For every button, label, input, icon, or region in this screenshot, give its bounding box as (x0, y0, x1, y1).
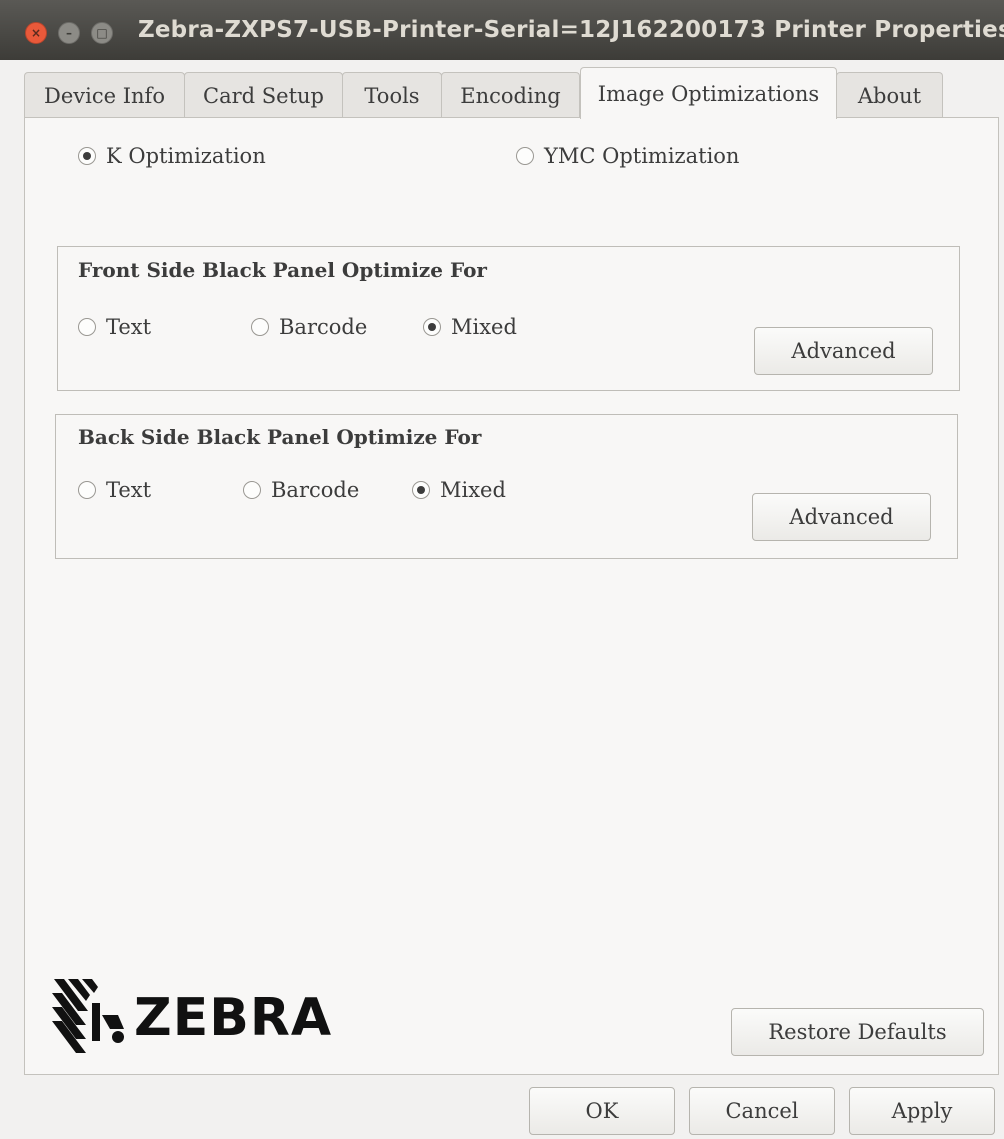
zebra-logo-text: ZEBRA (134, 988, 333, 1048)
ymc-optimization-label: YMC Optimization (544, 144, 740, 168)
tab-about[interactable]: About (836, 72, 943, 118)
front-advanced-button[interactable]: Advanced (754, 327, 933, 375)
back-side-group-title: Back Side Black Panel Optimize For (78, 425, 482, 449)
front-barcode-option[interactable]: Barcode (251, 315, 367, 339)
k-optimization-option[interactable]: K Optimization (78, 144, 266, 168)
back-barcode-radio[interactable] (243, 481, 261, 499)
maximize-window-button[interactable]: □ (91, 22, 113, 44)
close-icon: × (30, 26, 42, 40)
zebra-logo: ZEBRA (48, 975, 332, 1061)
title-bar: × – □ Zebra-ZXPS7-USB-Printer-Serial=12J… (0, 0, 1004, 60)
back-advanced-button[interactable]: Advanced (752, 493, 931, 541)
k-optimization-label: K Optimization (106, 144, 266, 168)
front-mixed-radio[interactable] (423, 318, 441, 336)
back-text-option[interactable]: Text (78, 478, 151, 502)
front-text-label: Text (106, 315, 152, 339)
back-barcode-option[interactable]: Barcode (243, 478, 359, 502)
restore-defaults-button[interactable]: Restore Defaults (731, 1008, 984, 1056)
back-barcode-label: Barcode (271, 478, 360, 502)
tab-encoding[interactable]: Encoding (441, 72, 580, 118)
back-mixed-option[interactable]: Mixed (412, 478, 506, 502)
apply-button[interactable]: Apply (849, 1087, 995, 1135)
tab-image-optimizations[interactable]: Image Optimizations (580, 67, 837, 119)
ok-button[interactable]: OK (529, 1087, 675, 1135)
ymc-optimization-option[interactable]: YMC Optimization (516, 144, 739, 168)
window-title: Zebra-ZXPS7-USB-Printer-Serial=12J162200… (138, 17, 1004, 43)
maximize-icon: □ (96, 26, 108, 40)
tab-tools[interactable]: Tools (342, 72, 442, 118)
front-mixed-option[interactable]: Mixed (423, 315, 517, 339)
back-mixed-label: Mixed (440, 478, 506, 502)
cancel-button[interactable]: Cancel (689, 1087, 835, 1135)
front-text-radio[interactable] (78, 318, 96, 336)
tab-device-info[interactable]: Device Info (24, 72, 185, 118)
close-window-button[interactable]: × (25, 22, 47, 44)
tab-card-setup[interactable]: Card Setup (184, 72, 343, 118)
minimize-icon: – (66, 26, 72, 40)
front-side-group-title: Front Side Black Panel Optimize For (78, 258, 487, 282)
front-text-option[interactable]: Text (78, 315, 151, 339)
k-optimization-radio[interactable] (78, 147, 96, 165)
front-barcode-radio[interactable] (251, 318, 269, 336)
back-mixed-radio[interactable] (412, 481, 430, 499)
front-barcode-label: Barcode (279, 315, 368, 339)
back-text-label: Text (106, 478, 152, 502)
minimize-window-button[interactable]: – (58, 22, 80, 44)
back-text-radio[interactable] (78, 481, 96, 499)
front-mixed-label: Mixed (451, 315, 517, 339)
ymc-optimization-radio[interactable] (516, 147, 534, 165)
zebra-head-icon (52, 979, 124, 1053)
